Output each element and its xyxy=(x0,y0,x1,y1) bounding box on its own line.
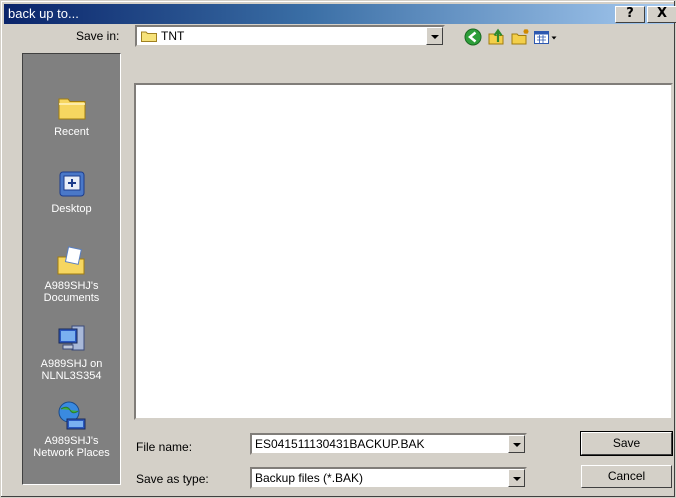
title-bar[interactable]: back up to... ? X xyxy=(4,4,676,24)
place-recent[interactable]: Recent xyxy=(23,90,120,138)
places-bar: Recent Desktop A989SHJ's Documents A989S… xyxy=(22,53,121,485)
save-in-label: Save in: xyxy=(76,29,120,43)
save-as-type-dropdown[interactable]: Backup files (*.BAK) xyxy=(250,467,527,489)
save-in-value: TNT xyxy=(161,29,185,43)
desktop-icon xyxy=(59,171,84,197)
folder-icon xyxy=(141,31,157,42)
place-label: Desktop xyxy=(51,203,92,215)
place-network[interactable]: A989SHJ's Network Places xyxy=(23,399,120,459)
save-as-type-value: Backup files (*.BAK) xyxy=(255,471,364,485)
close-button[interactable]: X xyxy=(647,6,676,23)
place-my-documents[interactable]: A989SHJ's Documents xyxy=(23,244,120,304)
place-label: Recent xyxy=(54,126,89,138)
save-dialog: back up to... ? X Save in: TNT Recent De… xyxy=(0,0,676,498)
chevron-down-icon[interactable] xyxy=(508,435,525,453)
cancel-button[interactable]: Cancel xyxy=(581,465,672,488)
my-computer-icon xyxy=(58,325,84,351)
file-name-field[interactable]: ES041511130431BACKUP.BAK xyxy=(250,433,527,455)
view-menu-icon[interactable] xyxy=(533,27,559,47)
network-places-icon xyxy=(58,401,85,430)
up-folder-icon[interactable] xyxy=(487,27,507,47)
place-label: A989SHJ's Network Places xyxy=(33,435,110,459)
chevron-down-icon[interactable] xyxy=(508,469,525,487)
dialog-title: back up to... xyxy=(8,6,79,21)
help-button[interactable]: ? xyxy=(615,6,645,23)
place-my-computer[interactable]: A989SHJ on NLNL3S354 xyxy=(23,322,120,382)
back-icon[interactable] xyxy=(463,27,483,47)
file-name-label: File name: xyxy=(136,440,193,454)
file-name-value: ES041511130431BACKUP.BAK xyxy=(255,437,425,451)
save-button[interactable]: Save xyxy=(580,431,673,456)
my-documents-icon xyxy=(57,246,84,275)
new-folder-icon[interactable] xyxy=(511,27,531,47)
chevron-down-icon[interactable] xyxy=(426,27,443,45)
place-label: A989SHJ on NLNL3S354 xyxy=(40,358,103,382)
file-list[interactable] xyxy=(134,83,673,420)
save-as-type-label: Save as type: xyxy=(136,472,209,486)
place-desktop[interactable]: Desktop xyxy=(23,167,120,215)
recent-folder-icon xyxy=(58,98,85,120)
save-in-dropdown[interactable]: TNT xyxy=(135,25,445,47)
place-label: A989SHJ's Documents xyxy=(43,280,100,304)
